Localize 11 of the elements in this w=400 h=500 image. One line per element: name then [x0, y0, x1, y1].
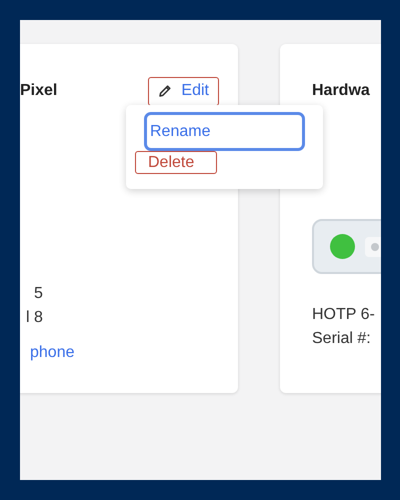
device-detail: Serial #: — [312, 329, 372, 348]
device-detail: HOTP 6- — [312, 305, 376, 324]
phone-link[interactable]: phone — [30, 344, 238, 362]
menu-item[interactable]: Rename — [144, 112, 305, 151]
device-detail: l 8 — [26, 308, 44, 327]
menu-item[interactable]: Delete — [135, 151, 217, 174]
edit-button[interactable]: Edit — [148, 76, 219, 106]
pencil-icon — [158, 84, 172, 98]
device-detail: 5 — [33, 284, 44, 303]
card-title: Hardwa — [312, 82, 370, 100]
card-title: Pixel — [20, 82, 58, 100]
